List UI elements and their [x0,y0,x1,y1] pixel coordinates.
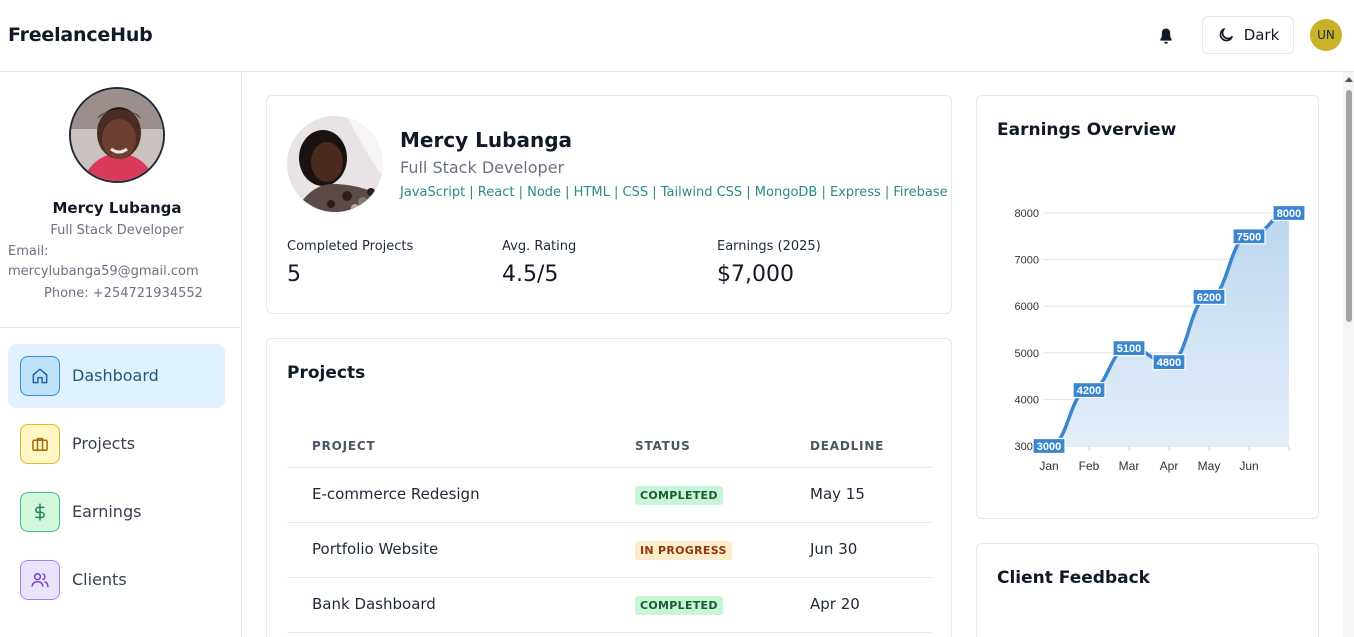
projects-title: Projects [287,363,366,383]
data-label: 4800 [1152,354,1186,371]
project-deadline: Apr 20 [810,595,860,613]
column-header-deadline: DEADLINE [810,439,885,453]
data-label: 8000 [1272,204,1306,222]
earnings-chart: 3000 4000 5000 6000 7000 8000 Jan Feb Mar Apr May J… [1015,204,1306,473]
svg-text:4200: 4200 [1077,385,1101,397]
page-scrollbar[interactable] [1343,72,1354,637]
sidebar-phone: Phone: +254721934552 [44,286,203,301]
theme-toggle-button[interactable]: Dark [1202,16,1294,54]
client-feedback-title: Client Feedback [997,568,1150,588]
y-tick-label: 6000 [1015,301,1039,313]
sidebar-email-label: Email: [8,244,49,259]
sidebar-item-projects[interactable]: Projects [8,412,225,476]
users-icon [20,560,60,600]
scroll-up-arrow-icon[interactable] [1345,77,1353,82]
project-deadline: May 15 [810,485,865,503]
table-divider [287,467,932,468]
sidebar-user-name: Mercy Lubanga [52,199,182,217]
sidebar-item-label: Clients [72,570,127,589]
stat-completed-projects-label: Completed Projects [287,239,414,254]
sidebar-item-label: Earnings [72,502,142,521]
sidebar-divider [0,327,241,328]
table-divider [287,522,932,523]
column-header-status: STATUS [635,439,691,453]
profile-skills: JavaScript | React | Node | HTML | CSS |… [400,185,948,200]
profile-card-photo [287,116,383,212]
sidebar-item-label: Projects [72,434,136,453]
svg-text:4800: 4800 [1157,357,1181,369]
scroll-thumb[interactable] [1346,90,1352,322]
svg-text:6200: 6200 [1197,292,1221,304]
status-badge: COMPLETED [635,486,723,505]
x-tick-label: Jan [1039,459,1058,473]
series-area [1049,213,1289,446]
user-avatar[interactable]: UN [1310,19,1342,51]
projects-card: Projects PROJECT STATUS DEADLINE E-comme… [266,338,952,637]
stat-earnings-label: Earnings (2025) [717,239,821,254]
x-tick-label: May [1198,459,1221,473]
project-deadline: Jun 30 [810,540,858,558]
svg-text:7500: 7500 [1237,231,1261,243]
table-divider [287,577,932,578]
y-tick-label: 8000 [1015,208,1039,220]
sidebar-item-earnings[interactable]: Earnings [8,480,225,544]
x-tick-label: Feb [1079,459,1100,473]
home-icon [20,356,60,396]
data-label: 6200 [1192,288,1226,305]
stat-completed-projects-value: 5 [287,262,301,287]
status-badge: COMPLETED [635,596,723,615]
bell-icon[interactable] [1156,26,1176,46]
status-badge: IN PROGRESS [635,541,732,560]
sidebar-user-role: Full Stack Developer [50,223,184,238]
data-label: 4200 [1072,381,1106,399]
sidebar-item-clients[interactable]: Clients [8,548,225,612]
top-bar: FreelanceHub Dark UN [0,0,1354,72]
y-tick-label: 5000 [1015,348,1039,360]
project-name: E-commerce Redesign [312,485,480,503]
stat-avg-rating-label: Avg. Rating [502,239,577,254]
earnings-card: Earnings Overview 3000 4000 5000 6000 7000 80… [976,95,1319,519]
y-tick-label: 4000 [1015,394,1039,406]
sidebar-email: mercylubanga59@gmail.com [8,264,199,279]
profile-card: Mercy Lubanga Full Stack Developer JavaS… [266,95,952,314]
stat-avg-rating-value: 4.5/5 [502,262,559,287]
y-tick-label: 7000 [1015,255,1039,267]
client-feedback-card: Client Feedback [976,543,1319,637]
dollar-icon [20,492,60,532]
data-label: 3000 [1032,437,1066,455]
sidebar: Mercy Lubanga Full Stack Developer Email… [0,72,242,637]
column-header-project: PROJECT [312,439,376,453]
project-name: Portfolio Website [312,540,439,558]
theme-toggle-label: Dark [1243,26,1280,44]
briefcase-icon [20,424,60,464]
moon-icon [1219,28,1233,42]
sidebar-item-label: Dashboard [72,366,159,385]
svg-text:8000: 8000 [1277,208,1301,220]
project-name: Bank Dashboard [312,595,436,613]
svg-text:5100: 5100 [1117,343,1141,355]
table-divider [287,632,932,633]
stat-earnings-value: $7,000 [717,262,794,287]
profile-name: Mercy Lubanga [400,128,573,152]
svg-text:3000: 3000 [1037,441,1061,453]
x-tick-label: Jun [1239,459,1258,473]
data-label: 7500 [1232,228,1266,245]
x-tick-label: Apr [1160,459,1179,473]
profile-photo [69,87,165,183]
x-tick-label: Mar [1119,459,1140,473]
profile-role: Full Stack Developer [400,158,565,177]
brand-logo[interactable]: FreelanceHub [8,24,153,46]
sidebar-item-dashboard[interactable]: Dashboard [8,344,225,408]
data-label: 5100 [1112,340,1146,357]
